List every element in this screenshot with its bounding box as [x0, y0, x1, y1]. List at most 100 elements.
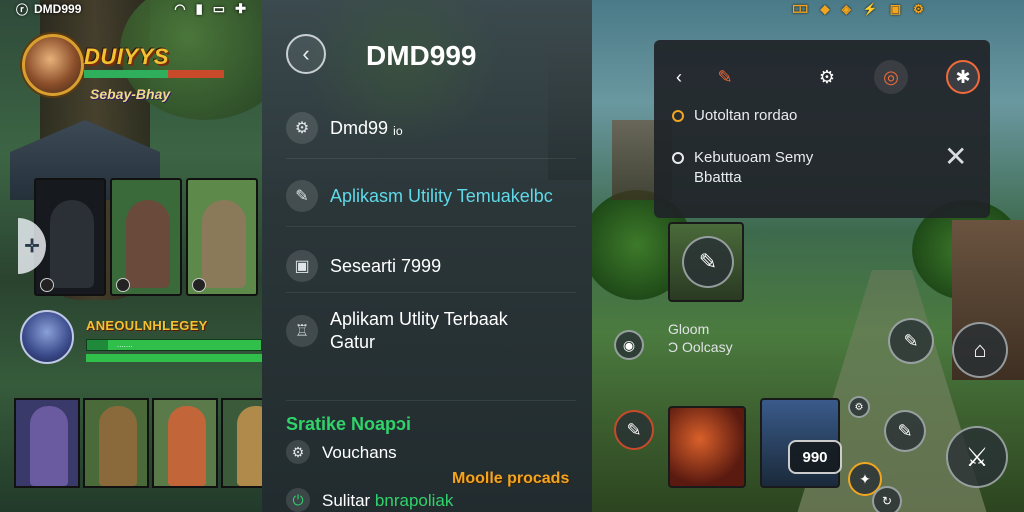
back-icon[interactable]: ‹ — [662, 60, 696, 94]
hero-card-fire[interactable] — [668, 406, 746, 488]
hero-card[interactable] — [152, 398, 218, 488]
popup-toolbar: ‹ ✎ ⚙ ◎ ✱ — [654, 54, 990, 98]
popup-row-label-line1: Kebutuoam Semy — [694, 149, 814, 166]
menu-item-label: Sulitar bnrapoliak — [322, 489, 453, 512]
castle-icon: ♖ — [286, 315, 318, 347]
skill-3-icon[interactable]: ⌂ — [952, 322, 1008, 378]
shield-icon[interactable]: ◉ — [614, 330, 644, 360]
popup-row-label: Uotoltan rordao — [694, 107, 798, 124]
hero-card[interactable] — [83, 398, 149, 488]
badge-icon[interactable]: ✱ — [946, 60, 980, 94]
section-title: Sratike Noapɔi — [286, 414, 412, 434]
card-icon: ▣ — [286, 250, 318, 282]
menu-item-label: Aplikasm Utility Temuakelbc — [330, 185, 553, 206]
hero-avatar[interactable] — [22, 34, 84, 96]
wifi-icon: ◈ — [841, 2, 851, 16]
status-dot-icon — [672, 152, 684, 164]
diamond-icon: ◆ — [820, 2, 830, 16]
basic-attack-icon[interactable]: ⚔ — [946, 426, 1008, 488]
settings-icon: ⚙ — [286, 440, 310, 464]
mobile-products-badge[interactable]: Moolle procads — [452, 470, 569, 488]
brand-subtitle: Sebay-Bhay — [90, 86, 171, 102]
player-avatar[interactable] — [20, 310, 74, 364]
right-game-panel: 🀱 ◆ ◈ ⚡ ▣ ⚙ ‹ ✎ ⚙ ◎ ✱ Uotoltan rordao Kebutuo… — [592, 0, 1024, 512]
hero-card[interactable] — [14, 398, 80, 488]
brand-progress-bar — [84, 70, 224, 78]
menu-item-sulitar[interactable]: ⏻ Sulitar bnrapoliak — [286, 488, 586, 512]
player-banner-title: ANEOULNHLEGEY — [86, 318, 208, 333]
hero-card[interactable] — [110, 178, 182, 296]
menu-title: DMD999 — [366, 40, 477, 71]
popup-row-2[interactable]: Kebutuoam Semy Bbattta — [672, 148, 813, 188]
hero-figure — [30, 406, 68, 486]
back-button[interactable]: ‹ — [286, 34, 326, 74]
skill-2-icon[interactable]: ✎ — [888, 318, 934, 364]
gear-icon: ⚙ — [286, 112, 318, 144]
hero-figure — [237, 406, 262, 486]
menu-item-label: Aplikam Utlity Terbaak Gatur — [330, 308, 508, 354]
bottom-card-row — [14, 398, 262, 488]
brand-title: DUIYYS — [84, 44, 169, 69]
skill-dot-icon — [40, 278, 54, 292]
menu-item-aplikam[interactable]: ♖ Aplikam Utlity Terbaak Gatur — [286, 308, 586, 354]
menu-item-dmd99[interactable]: ⚙ Dmd99 ᵢₒ — [286, 112, 586, 144]
menu-item-label-line2: Gatur — [330, 332, 376, 352]
battery-icon: ▣ — [889, 2, 902, 16]
app-root: ⓡ DMD999 ◠ ▮ ▭ ✚ DUIYYS Sebay-Bhay ✛ ANE… — [0, 0, 1024, 512]
edit-icon[interactable]: ✎ — [708, 60, 742, 94]
left-game-panel: ⓡ DMD999 ◠ ▮ ▭ ✚ DUIYYS Sebay-Bhay ✛ ANE… — [0, 0, 262, 512]
player-energy-bar — [86, 354, 262, 362]
menu-item-label-accent: bnrapoliak — [374, 490, 454, 510]
popup-row-1[interactable]: Uotoltan rordao — [672, 106, 797, 126]
menu-item-label-line1: Aplikam Utlity Terbaak — [330, 309, 508, 329]
hero-figure — [50, 200, 94, 288]
hero-figure — [126, 200, 170, 288]
menu-item-sesearti[interactable]: ▣ Sesearti 7999 — [286, 250, 586, 282]
sword-icon: ✎ — [682, 236, 734, 288]
status-icons: ◠ ▮ ▭ ✚ — [174, 1, 246, 17]
popup-row-label: Kebutuoam Semy Bbattta — [694, 148, 813, 188]
bolt-icon: ⚡ — [862, 2, 878, 16]
hero-card-row — [34, 178, 258, 296]
score-badge: 990 — [788, 440, 842, 474]
hero-card[interactable] — [221, 398, 262, 488]
quick-settings-popup: ‹ ✎ ⚙ ◎ ✱ Uotoltan rordao Kebutuoam Semy… — [654, 40, 990, 218]
menu-item-utility[interactable]: ✎ Aplikasm Utility Temuakelbc — [286, 180, 586, 212]
skill-dot-icon — [116, 278, 130, 292]
layout-icon: 🀱 — [792, 2, 809, 16]
divider — [286, 400, 576, 401]
center-menu-panel: ‹ DMD999 ⚙ Dmd99 ᵢₒ ✎ Aplikasm Utility T… — [262, 0, 592, 512]
divider — [286, 158, 576, 159]
hero-card[interactable] — [186, 178, 258, 296]
recall-icon[interactable]: ↻ — [872, 486, 902, 512]
skill-1-icon[interactable]: ✎ — [884, 410, 926, 452]
skill-dot-icon — [192, 278, 206, 292]
player-health-bar: ....... — [86, 339, 262, 351]
player-banner: ANEOULNHLEGEY ....... — [86, 318, 262, 362]
status-dot-icon — [672, 110, 684, 122]
menu-item-label: Dmd99 ᵢₒ — [330, 117, 403, 138]
settings-icon: ⚙ — [913, 2, 924, 16]
power-icon: ⏻ — [286, 488, 310, 512]
popup-row-label-line2: Bbattta — [694, 169, 742, 186]
status-title: DMD999 — [34, 2, 82, 16]
target-icon[interactable]: ◎ — [874, 60, 908, 94]
hero-figure — [99, 406, 137, 486]
wifi-icon: ◠ — [174, 1, 186, 16]
menu-item-label-main: Sulitar — [322, 490, 371, 510]
settings-icon[interactable]: ⚙ — [810, 60, 844, 94]
brand-block: DUIYYS Sebay-Bhay — [84, 46, 234, 102]
edit-icon: ✎ — [286, 180, 318, 212]
app-icon: ⓡ — [16, 2, 29, 17]
status-bar-left: ⓡ DMD999 ◠ ▮ ▭ ✚ — [0, 0, 262, 18]
small-settings-icon[interactable]: ⚙ — [848, 396, 870, 418]
menu-item-vouchans[interactable]: ⚙ Vouchans — [286, 440, 586, 464]
skill-card[interactable]: ✎ — [668, 222, 744, 302]
hero-figure — [168, 406, 206, 486]
item-info: Gloom Ɔ Oolcasy — [668, 320, 733, 356]
close-icon[interactable]: ✕ — [944, 140, 967, 173]
divider — [286, 292, 576, 293]
menu-item-label: Sesearti 7999 — [330, 255, 442, 276]
status-bar-right: 🀱 ◆ ◈ ⚡ ▣ ⚙ — [788, 0, 1024, 18]
attack-icon[interactable]: ✎ — [614, 410, 654, 450]
